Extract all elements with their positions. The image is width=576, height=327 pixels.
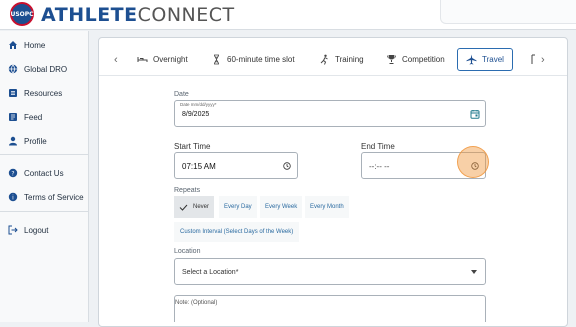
brand-title: ATHLETECONNECT xyxy=(41,4,235,26)
sidebar-item-label: Feed xyxy=(24,112,43,122)
sidebar-item-label: Terms of Service xyxy=(24,192,84,202)
sidebar-item-contact-us[interactable]: ? Contact Us xyxy=(8,168,64,178)
end-time-value: --:-- -- xyxy=(369,162,390,171)
start-time-label: Start Time xyxy=(174,142,211,151)
brand-light: CONNECT xyxy=(137,4,235,26)
overflow-tab-icon[interactable] xyxy=(531,54,537,65)
running-icon xyxy=(320,54,328,65)
tab-60-minute[interactable]: 60-minute time slot xyxy=(211,48,295,71)
repeat-option-every-month[interactable]: Every Month xyxy=(305,196,349,218)
usopc-logo[interactable]: USOPC xyxy=(10,2,34,26)
sidebar-item-home[interactable]: Home xyxy=(8,40,45,50)
repeat-option-label: Custom Interval (Select Days of the Week… xyxy=(180,229,294,235)
tab-label: Overnight xyxy=(153,55,188,64)
repeat-option-label: Every Day xyxy=(224,204,252,210)
sidebar-divider xyxy=(0,211,89,212)
tab-label: Training xyxy=(335,55,364,64)
repeat-option-every-week[interactable]: Every Week xyxy=(260,196,303,218)
sidebar-item-global-dro[interactable]: Global DRO xyxy=(8,64,67,74)
hourglass-icon xyxy=(214,54,219,65)
tabs-prev-arrow[interactable]: ‹ xyxy=(114,54,118,66)
repeats-label: Repeats xyxy=(174,187,201,194)
plane-icon xyxy=(466,54,477,65)
logout-icon xyxy=(8,225,18,235)
note-field[interactable]: Note: (Optional) xyxy=(174,295,486,322)
top-bar: USOPC ATHLETECONNECT xyxy=(0,0,576,30)
globe-icon xyxy=(8,64,18,74)
brand-bold: ATHLETE xyxy=(41,4,138,26)
sidebar-item-logout[interactable]: Logout xyxy=(8,225,48,235)
repeat-option-label: Every Week xyxy=(265,204,298,210)
tab-label: Travel xyxy=(482,55,504,64)
note-label: Note: (Optional) xyxy=(175,300,218,306)
header-right-panel xyxy=(440,0,576,24)
bed-icon xyxy=(137,57,148,62)
start-time-field[interactable]: 07:15 AM xyxy=(174,152,298,179)
tab-competition[interactable]: Competition xyxy=(386,48,445,71)
tab-label: Competition xyxy=(402,55,445,64)
list-icon xyxy=(9,89,17,97)
sidebar-item-terms[interactable]: i Terms of Service xyxy=(8,192,84,202)
tabs-next-arrow[interactable]: › xyxy=(541,54,545,66)
sidebar-item-label: Global DRO xyxy=(24,64,68,74)
check-icon xyxy=(179,204,188,211)
repeat-option-label: Every Month xyxy=(310,204,344,210)
sidebar-item-label: Home xyxy=(24,40,46,50)
clock-icon[interactable] xyxy=(283,162,291,170)
calendar-icon[interactable] xyxy=(470,109,480,119)
sidebar-item-label: Contact Us xyxy=(24,168,64,178)
tab-overnight[interactable]: Overnight xyxy=(137,48,188,71)
person-icon xyxy=(9,136,17,146)
sidebar-item-label: Resources xyxy=(24,88,63,98)
tab-training[interactable]: Training xyxy=(319,48,364,71)
sidebar-item-profile[interactable]: Profile xyxy=(8,136,47,146)
location-placeholder: Select a Location* xyxy=(182,269,239,276)
info-icon: i xyxy=(8,192,18,202)
repeat-option-every-day[interactable]: Every Day xyxy=(219,196,257,218)
sidebar-item-label: Logout xyxy=(24,225,49,235)
location-select[interactable]: Select a Location* xyxy=(174,258,486,285)
sidebar: Home Global DRO Resources Feed Profile ?… xyxy=(0,31,89,322)
repeat-option-never[interactable]: Never xyxy=(174,196,215,218)
date-field[interactable]: Date mm/dd/yyyy* 8/9/2025 xyxy=(174,100,486,127)
home-icon xyxy=(9,41,17,49)
tab-travel[interactable]: Travel xyxy=(457,48,513,71)
date-label: Date xyxy=(174,91,189,98)
help-icon: ? xyxy=(8,168,18,177)
location-label: Location xyxy=(174,248,201,255)
event-type-tabs: ‹ Overnight 60-minute time slot Training… xyxy=(99,48,567,72)
tab-divider xyxy=(99,75,567,76)
logo-text: USOPC xyxy=(10,10,34,18)
dropdown-arrow-icon xyxy=(471,270,477,274)
date-hint: Date mm/dd/yyyy* xyxy=(180,102,217,107)
end-time-label: End Time xyxy=(361,142,395,151)
start-time-value: 07:15 AM xyxy=(182,162,216,171)
repeat-option-label: Never xyxy=(193,204,210,210)
sidebar-item-feed[interactable]: Feed xyxy=(8,112,42,122)
svg-text:?: ? xyxy=(11,170,14,177)
sidebar-divider xyxy=(0,154,89,155)
repeat-option-custom[interactable]: Custom Interval (Select Days of the Week… xyxy=(174,222,300,242)
trophy-icon xyxy=(387,55,396,64)
tab-label: 60-minute time slot xyxy=(227,55,295,64)
feed-icon xyxy=(9,113,17,121)
click-indicator xyxy=(457,146,489,178)
sidebar-item-resources[interactable]: Resources xyxy=(8,88,62,98)
date-value: 8/9/2025 xyxy=(182,111,210,118)
sidebar-item-label: Profile xyxy=(24,136,47,146)
